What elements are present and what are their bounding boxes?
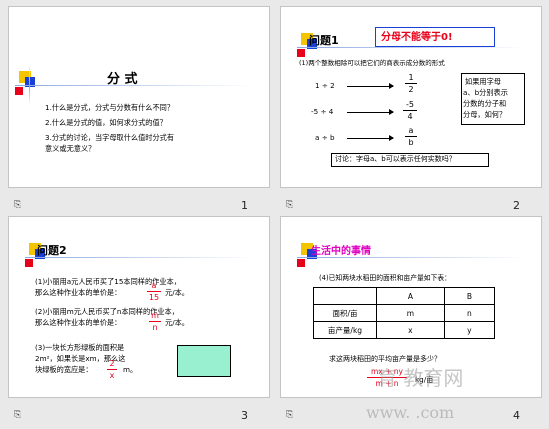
numerator: a (408, 126, 414, 135)
slide-canvas: 问题2 (1)小丽用a元人民币买了15本同样的作业本， 那么这种作业本的单价是：… (8, 216, 270, 398)
note-line: 分母，如何？ (463, 110, 507, 119)
slide-transition-icon: ⎘ (14, 410, 22, 420)
green-rectangle (177, 345, 231, 377)
intro-text: (4)已知两块水稻田的面积和亩产量如下表： (319, 274, 451, 282)
slide-heading: 问题2 (37, 244, 67, 257)
deco-square-red (297, 259, 305, 267)
data-table: A B 面积/亩 m n 亩产量/kg x y (313, 287, 496, 339)
table-row: 亩产量/kg x y (313, 321, 496, 339)
slide-thumbnail-1[interactable]: 分 式 1.什么是分式，分式与分数有什么不同？ 2.什么是分式的值，如何求分式的… (8, 6, 270, 218)
slide-transition-icon: ⎘ (286, 410, 294, 420)
deco-vertical-line (29, 65, 30, 105)
slide-heading: 生活中的事情 (311, 246, 371, 257)
intro-text: (1)两个整数相除可以把它们的商表示成分数的形式 (299, 59, 445, 67)
problem-line: 那么这种作业本的单价是： (35, 288, 122, 297)
arrow (347, 83, 394, 89)
numerator: 1 (408, 73, 414, 82)
arrow (347, 109, 394, 115)
table-cell: 面积/亩 (313, 304, 377, 322)
note-line: 如果用字母 (465, 77, 501, 86)
question-line: 3.分式的讨论，当字母取什么值时分式有 (45, 133, 175, 142)
slide-title: 分 式 (107, 72, 138, 87)
question-line: 1.什么是分式，分式与分数有什么不同？ (45, 103, 175, 112)
slide-thumbnail-2[interactable]: 问题1 分母不能等于0! (1)两个整数相除可以把它们的商表示成分数的形式 1 … (280, 6, 542, 218)
denominator: 4 (407, 112, 413, 121)
numerator: m (151, 311, 159, 320)
numerator: a (151, 281, 157, 290)
slide-number: 2 (513, 199, 520, 212)
table-header-cell (313, 287, 377, 305)
table-cell: m (376, 304, 445, 322)
question-line: 2.什么是分式的值，如何求分式的值？ (45, 118, 167, 127)
division-expr: a ÷ b (315, 133, 335, 142)
problem-line: 块绿板的宽应是： (35, 365, 93, 374)
arrow (347, 135, 394, 141)
table-header-cell: B (443, 287, 496, 305)
table-cell: n (443, 304, 496, 322)
watermark-logo-text: 育 教育网 (377, 366, 464, 390)
division-expr: -5 ÷ 4 (311, 107, 334, 116)
deco-horizontal-line (25, 257, 255, 258)
discussion-question: 讨论：字母a、b可以表示任何实数吗？ (335, 155, 456, 163)
table-header-row: A B (313, 287, 496, 305)
slide-canvas: 分 式 1.什么是分式，分式与分数有什么不同？ 2.什么是分式的值，如何求分式的… (8, 6, 270, 188)
division-expr: 1 ÷ 2 (315, 81, 335, 90)
slide-number: 4 (513, 409, 520, 422)
denominator: n (152, 323, 158, 332)
slide-number: 1 (241, 199, 248, 212)
question-text: 求这两块稻田的平均亩产量是多少？ (329, 355, 441, 363)
table-cell: 亩产量/kg (313, 321, 377, 339)
denominator: 2 (408, 85, 414, 94)
deco-horizontal-line (297, 47, 527, 48)
deco-horizontal-line (297, 257, 527, 258)
table-cell: x (376, 321, 445, 339)
slide-thumbnail-3[interactable]: 问题2 (1)小丽用a元人民币买了15本同样的作业本， 那么这种作业本的单价是：… (8, 216, 270, 428)
deco-square-red (297, 49, 305, 57)
numerator: 2 (109, 359, 115, 368)
slide-canvas: 生活中的事情 (4)已知两块水稻田的面积和亩产量如下表： A B 面积/亩 m … (280, 216, 542, 398)
unit-text: 元/本。 (165, 318, 189, 327)
fraction: ab (405, 126, 417, 147)
problem-line: 那么这种作业本的单价是： (35, 318, 122, 327)
slide-thumbnail-4[interactable]: 生活中的事情 (4)已知两块水稻田的面积和亩产量如下表： A B 面积/亩 m … (280, 216, 542, 428)
question-line: 意义或无意义？ (45, 144, 96, 153)
table-row: 面积/亩 m n (313, 304, 496, 322)
slide-canvas: 问题1 分母不能等于0! (1)两个整数相除可以把它们的商表示成分数的形式 1 … (280, 6, 542, 188)
deco-square-red (15, 87, 23, 95)
denominator: x (109, 371, 115, 380)
slide-heading: 问题1 (309, 34, 339, 47)
unit-text: 元/本。 (165, 288, 189, 297)
denominator: 15 (148, 293, 160, 302)
note-line: a、b分别表示 (463, 88, 508, 97)
table-header-cell: A (376, 287, 445, 305)
banner-text: 分母不能等于0! (381, 32, 453, 43)
slide-number: 3 (241, 409, 248, 422)
answer-fraction: 2x (107, 359, 117, 380)
answer-fraction: a 15 (147, 281, 161, 302)
unit-text: m。 (123, 365, 138, 374)
denominator: b (408, 138, 414, 147)
fraction: 12 (405, 73, 417, 94)
numerator: -5 (406, 100, 414, 109)
watermark-url: www. .com (366, 403, 455, 422)
problem-line: (3)一块长方形绿板的面积是 (35, 343, 125, 352)
note-line: 分数的分子和 (463, 99, 507, 108)
slide-transition-icon: ⎘ (14, 200, 22, 210)
slide-transition-icon: ⎘ (286, 200, 294, 210)
table-cell: y (443, 321, 496, 339)
fraction: -5 4 (403, 100, 417, 121)
answer-fraction: mn (149, 311, 161, 332)
deco-square-red (25, 259, 33, 267)
